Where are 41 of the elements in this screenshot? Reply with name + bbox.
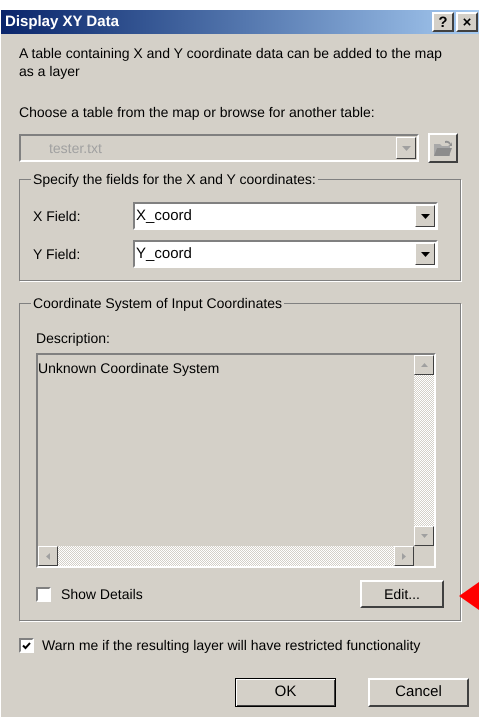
checkbox[interactable]	[19, 638, 34, 653]
checkbox-label: Warn me if the resulting layer will have restricted functionality	[42, 636, 420, 655]
check-icon	[22, 642, 31, 650]
left-arrow-icon	[46, 552, 50, 560]
field-combo-box[interactable]: Y_coord	[133, 240, 438, 268]
scroll-up-button[interactable]	[414, 355, 434, 375]
dropdown-button[interactable]	[415, 243, 435, 265]
description-text: Unknown Coordinate System	[38, 359, 220, 378]
checkbox-label: Show Details	[61, 584, 143, 604]
field-value: X_coord	[135, 206, 192, 226]
close-button[interactable]: ×	[456, 12, 478, 32]
down-arrow-icon	[420, 534, 428, 538]
scroll-left-button[interactable]	[38, 546, 58, 566]
cancel-button[interactable]: Cancel	[368, 678, 469, 707]
window-title: Display XY Data	[5, 12, 119, 32]
checkbox[interactable]	[36, 586, 51, 602]
right-arrow-icon	[402, 552, 406, 560]
field-label: X Field:	[33, 206, 82, 226]
group-legend: Specify the fields for the X and Y coordinates:	[31, 169, 318, 190]
up-arrow-icon	[420, 363, 428, 367]
scroll-right-button[interactable]	[394, 546, 414, 566]
field-combo-box[interactable]: X_coord	[133, 202, 438, 230]
pointer-arrow-icon	[459, 582, 479, 610]
intro-text: A table containing X and Y coordinate data can be added to the map as a layer	[19, 44, 443, 80]
ok-button[interactable]: OK	[235, 678, 336, 707]
scroll-down-button[interactable]	[414, 526, 434, 546]
horizontal-scrollbar[interactable]	[38, 546, 414, 566]
field-label: Y Field:	[33, 244, 82, 264]
field-value: Y_coord	[135, 244, 192, 264]
table-prompt: Choose a table from the map or browse for another table:	[19, 103, 376, 122]
group-legend: Coordinate System of Input Coordinates	[31, 293, 284, 314]
caret-icon	[420, 252, 430, 256]
description-label: Description:	[36, 329, 111, 348]
dropdown-button[interactable]	[415, 205, 435, 227]
browse-button[interactable]	[428, 133, 458, 163]
caret-icon	[402, 146, 410, 150]
open-folder-icon	[433, 140, 453, 156]
help-button[interactable]: ?	[432, 12, 454, 32]
caret-icon	[420, 214, 430, 218]
edit-button[interactable]: Edit...	[360, 580, 444, 608]
vertical-scrollbar[interactable]	[414, 355, 434, 546]
